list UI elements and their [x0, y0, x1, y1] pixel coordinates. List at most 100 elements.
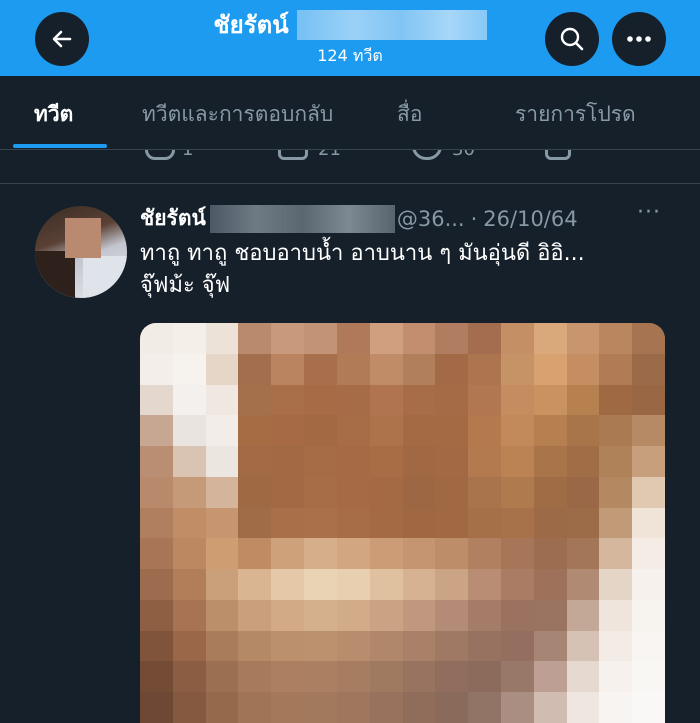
pixel-block [336, 415, 371, 447]
pixel-block [468, 661, 502, 693]
pixel-block [172, 384, 207, 416]
pixel-block [632, 353, 665, 386]
tweet-media-pixelated[interactable] [140, 323, 665, 723]
tweet-date[interactable]: 26/10/64 [483, 207, 577, 231]
pixel-block [632, 538, 665, 570]
pixel-block [468, 538, 502, 570]
pixel-block [140, 630, 174, 663]
pixel-block [205, 415, 240, 447]
pixel-block [369, 384, 404, 416]
pixel-block [500, 692, 535, 723]
pixel-block [435, 692, 469, 723]
pixel-block [566, 446, 600, 478]
pixel-block [435, 353, 469, 386]
pixel-block [140, 661, 174, 693]
tweet-text-line: จุ๊ฟม้ะ จุ๊ฟ [140, 273, 231, 298]
pixel-block [435, 446, 469, 478]
pixel-block [172, 569, 207, 601]
pixel-block [271, 599, 305, 632]
tab-tweets-and-replies[interactable]: ทวีตและการตอบกลับ [142, 98, 333, 131]
pixel-block [271, 353, 305, 386]
pixel-block [205, 353, 240, 386]
pixel-block [336, 538, 371, 570]
tab-tweets[interactable]: ทวีต [34, 98, 73, 131]
censored-name-blur [296, 9, 487, 40]
pixel-block [205, 630, 240, 663]
pixel-block [140, 692, 174, 723]
profile-name: ชัยรัตน์ [213, 11, 289, 39]
pixel-block [304, 599, 338, 632]
pixel-block [402, 569, 436, 601]
pixel-block [402, 476, 436, 509]
pixel-block [599, 507, 633, 539]
pixel-block [599, 569, 633, 601]
pixel-block [468, 692, 502, 723]
pixel-block [566, 384, 600, 416]
pixel-block [271, 476, 305, 509]
pixel-block [172, 446, 207, 478]
pixel-block [533, 323, 568, 355]
pixel-block [632, 630, 665, 663]
share-icon[interactable] [545, 150, 571, 160]
pixel-block [238, 384, 272, 416]
pixel-block [500, 353, 535, 386]
pixel-block [304, 507, 338, 539]
pixel-block [599, 353, 633, 386]
pixel-block [566, 569, 600, 601]
pixel-block [205, 507, 240, 539]
pixel-block [238, 692, 272, 723]
pixel-block [435, 507, 469, 539]
reply-icon[interactable] [145, 150, 175, 160]
reply-count: 1 [182, 150, 193, 160]
pixel-block [468, 507, 502, 539]
pixel-block [402, 353, 436, 386]
pixel-block [336, 661, 371, 693]
search-button[interactable] [545, 12, 599, 66]
pixel-block [172, 415, 207, 447]
tab-media[interactable]: สื่อ [397, 98, 422, 131]
pixel-block [172, 353, 207, 386]
pixel-block [369, 507, 404, 539]
pixel-block [468, 599, 502, 632]
pixel-block [566, 538, 600, 570]
pixel-block [304, 384, 338, 416]
tab-likes[interactable]: รายการโปรด [515, 98, 636, 131]
pixel-block [369, 661, 404, 693]
pixel-block [599, 538, 633, 570]
tweet-more-icon[interactable]: ··· [637, 200, 661, 225]
pixel-block [205, 323, 240, 355]
pixel-block [500, 569, 535, 601]
avatar[interactable] [35, 206, 127, 298]
pixel-block [632, 599, 665, 632]
pixel-block [205, 599, 240, 632]
pixel-block [533, 569, 568, 601]
pixel-block [533, 353, 568, 386]
pixel-block [238, 507, 272, 539]
like-icon[interactable] [412, 150, 442, 160]
pixel-block [500, 384, 535, 416]
pixel-block [468, 569, 502, 601]
pixel-block [566, 353, 600, 386]
pixel-block [402, 692, 436, 723]
pixel-block [205, 384, 240, 416]
tweet-handle[interactable]: @36... [397, 207, 465, 231]
pixel-block [402, 538, 436, 570]
pixel-block [566, 415, 600, 447]
pixel-block [140, 538, 174, 570]
pixel-block [599, 692, 633, 723]
pixel-block [336, 630, 371, 663]
retweet-icon[interactable] [278, 150, 308, 160]
censored-name-blur [209, 204, 395, 233]
pixel-block [304, 569, 338, 601]
pixel-block [205, 538, 240, 570]
pixel-block [336, 507, 371, 539]
pixel-block [140, 569, 174, 601]
pixel-block [238, 538, 272, 570]
pixel-block [468, 415, 502, 447]
more-button[interactable] [612, 12, 666, 66]
pixel-block [435, 569, 469, 601]
pixel-block [566, 476, 600, 509]
tweet-author-name[interactable]: ชัยรัตน์ [140, 202, 206, 235]
pixel-block [369, 476, 404, 509]
pixel-block [205, 661, 240, 693]
